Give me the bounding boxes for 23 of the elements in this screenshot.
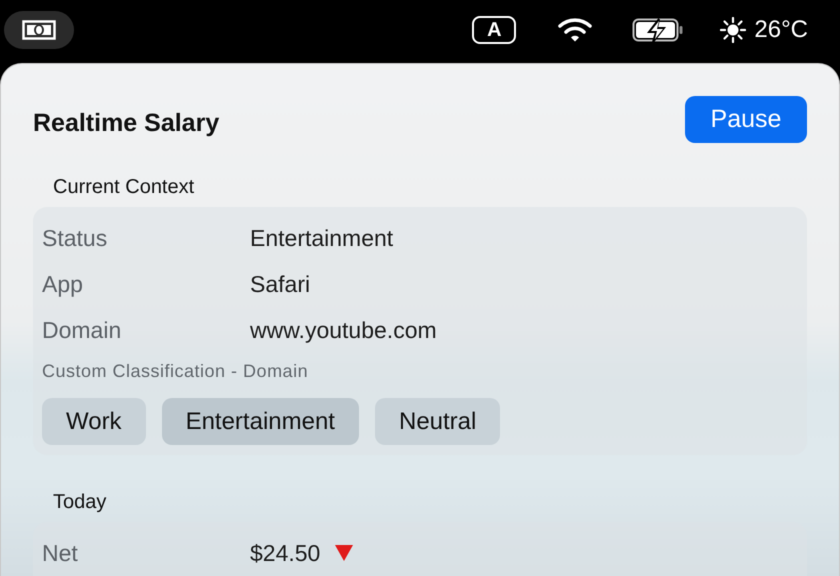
banknote-icon: [22, 20, 56, 40]
row-value: Entertainment: [250, 224, 394, 252]
row-label: Net: [42, 540, 79, 566]
classification-chip[interactable]: Neutral: [374, 398, 500, 445]
row-value: $24.50: [250, 540, 320, 566]
pause-button[interactable]: Pause: [685, 96, 807, 143]
classification-chip[interactable]: Work: [42, 398, 146, 445]
classification-chip[interactable]: Entertainment: [162, 398, 359, 445]
row-label: Domain: [42, 316, 122, 344]
input-source-indicator[interactable]: A: [472, 16, 516, 44]
section-heading: Current Context: [53, 176, 196, 199]
battery-charging-icon: [632, 17, 684, 43]
classification-label: Custom Classification - Domain: [42, 361, 310, 382]
row-value: www.youtube.com: [250, 316, 437, 344]
panel-title: Realtime Salary: [33, 109, 220, 138]
sun-icon: [720, 17, 746, 43]
row-value: Safari: [250, 270, 310, 298]
row-label: App: [42, 270, 84, 298]
temperature-text: 26°C: [754, 16, 808, 44]
wifi-icon: [558, 17, 592, 43]
row-label: Status: [42, 224, 108, 252]
section-heading: Today: [53, 491, 108, 514]
menu-bar-app-button[interactable]: [4, 11, 74, 49]
